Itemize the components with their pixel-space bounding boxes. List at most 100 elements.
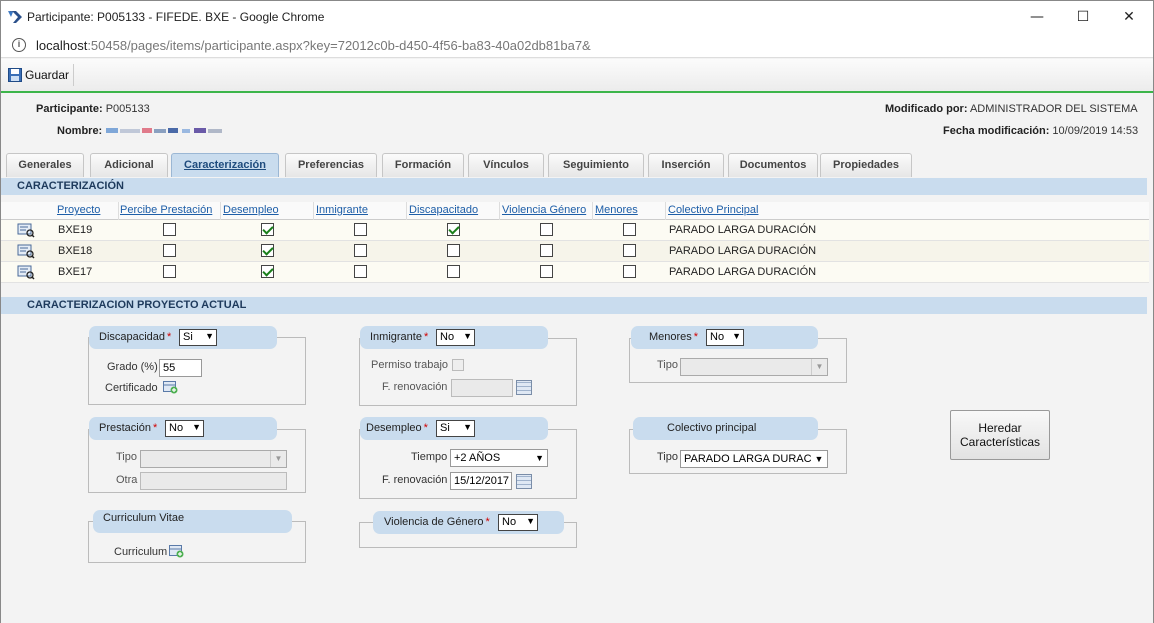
inmigrante-select[interactable]: No ▼ xyxy=(436,329,475,346)
tab-vinculos[interactable]: Vínculos xyxy=(468,153,544,177)
dropdown-arrow-icon: ▼ xyxy=(732,331,741,341)
violencia-header: Violencia de Género * No ▼ xyxy=(373,511,564,534)
col-proyecto[interactable]: Proyecto xyxy=(57,204,100,216)
minimize-button[interactable]: — xyxy=(1014,1,1060,33)
dropdown-arrow-icon: ▼ xyxy=(811,359,827,375)
inmigrante-header: Inmigrante * No ▼ xyxy=(360,326,548,349)
violencia-checkbox[interactable] xyxy=(540,244,553,257)
view-record-icon[interactable] xyxy=(17,244,35,259)
colectivo-tipo-select[interactable]: PARADO LARGA DURAC ▼ xyxy=(680,450,828,468)
required-mark: * xyxy=(485,516,490,528)
tiempo-select[interactable]: +2 AÑOS ▼ xyxy=(450,449,548,467)
desempleo-renovacion-label: F. renovación xyxy=(382,474,448,486)
app-logo-icon xyxy=(8,11,22,23)
discapacitado-checkbox[interactable] xyxy=(447,244,460,257)
modificado-info: Modificado por: ADMINISTRADOR DEL SISTEM… xyxy=(885,103,1138,115)
attach-file-icon[interactable] xyxy=(163,381,178,394)
inmigrante-renovacion-input[interactable] xyxy=(451,379,513,397)
calendar-icon[interactable] xyxy=(516,474,532,489)
table-row[interactable]: BXE18 PARADO LARGA DURACIÓN xyxy=(1,241,1149,262)
permiso-trabajo-checkbox[interactable] xyxy=(452,359,464,371)
prestacion-checkbox[interactable] xyxy=(163,265,176,278)
attach-file-icon[interactable] xyxy=(169,545,184,558)
prestacion-otra-input[interactable] xyxy=(140,472,287,490)
prestacion-select[interactable]: No ▼ xyxy=(165,420,204,437)
view-record-icon[interactable] xyxy=(17,265,35,280)
tab-seguimiento[interactable]: Seguimiento xyxy=(548,153,644,177)
discapacitado-checkbox[interactable] xyxy=(447,265,460,278)
col-percibe-prestacion[interactable]: Percibe Prestación xyxy=(120,204,212,216)
menores-tipo-select[interactable]: ▼ xyxy=(680,358,828,376)
colectivo-tipo-label: Tipo xyxy=(657,451,678,463)
tab-adicional[interactable]: Adicional xyxy=(90,153,168,177)
main-content: Participante: P005133 Nombre: Modificado… xyxy=(1,95,1153,623)
save-button[interactable]: Guardar xyxy=(4,64,75,86)
redacted-name xyxy=(106,128,223,133)
col-colectivo-principal[interactable]: Colectivo Principal xyxy=(668,204,758,216)
modificado-value: ADMINISTRADOR DEL SISTEMA xyxy=(969,103,1138,115)
curriculum-header: Curriculum Vitae xyxy=(93,510,292,533)
violencia-label-text: Violencia de Género xyxy=(384,516,484,528)
close-button[interactable]: ✕ xyxy=(1106,1,1152,33)
col-discapacitado[interactable]: Discapacitado xyxy=(409,204,478,216)
tab-documentos[interactable]: Documentos xyxy=(728,153,818,177)
menores-checkbox[interactable] xyxy=(623,265,636,278)
colectivo-cell: PARADO LARGA DURACIÓN xyxy=(669,266,817,278)
menores-select[interactable]: No ▼ xyxy=(706,329,744,346)
menores-checkbox[interactable] xyxy=(623,244,636,257)
required-mark: * xyxy=(423,422,428,434)
discapacidad-select[interactable]: Si ▼ xyxy=(179,329,217,346)
participante-label: Participante: xyxy=(36,103,103,115)
col-desempleo[interactable]: Desempleo xyxy=(223,204,279,216)
permiso-trabajo-label: Permiso trabajo xyxy=(371,359,449,371)
grado-input[interactable]: 55 xyxy=(159,359,202,377)
browser-window: Participante: P005133 - FIFEDE. BXE - Go… xyxy=(0,0,1154,623)
desempleo-value: Si xyxy=(440,422,450,434)
col-menores[interactable]: Menores xyxy=(595,204,638,216)
desempleo-checkbox[interactable] xyxy=(261,244,274,257)
required-mark: * xyxy=(167,331,172,343)
discapacitado-checkbox[interactable] xyxy=(447,223,460,236)
desempleo-select[interactable]: Si ▼ xyxy=(436,420,475,437)
tab-generales[interactable]: Generales xyxy=(6,153,84,177)
tab-formacion[interactable]: Formación xyxy=(382,153,464,177)
tab-insercion[interactable]: Inserción xyxy=(648,153,724,177)
desempleo-checkbox[interactable] xyxy=(261,265,274,278)
colectivo-cell: PARADO LARGA DURACIÓN xyxy=(669,224,817,236)
menores-label-text: Menores xyxy=(649,331,692,343)
menores-checkbox[interactable] xyxy=(623,223,636,236)
desempleo-checkbox[interactable] xyxy=(261,223,274,236)
curriculum-label: Curriculum xyxy=(114,546,168,558)
prestacion-checkbox[interactable] xyxy=(163,244,176,257)
violencia-checkbox[interactable] xyxy=(540,223,553,236)
colectivo-title: Colectivo principal xyxy=(667,422,757,434)
url-text[interactable]: localhost:50458/pages/items/participante… xyxy=(36,38,591,53)
col-inmigrante[interactable]: Inmigrante xyxy=(316,204,368,216)
tab-caracterizacion[interactable]: Caracterización xyxy=(171,153,279,177)
inmigrante-checkbox[interactable] xyxy=(354,244,367,257)
address-bar[interactable]: i localhost:50458/pages/items/participan… xyxy=(1,33,1153,58)
col-separator xyxy=(665,202,666,220)
inmigrante-checkbox[interactable] xyxy=(354,223,367,236)
url-path: :50458/pages/items/participante.aspx?key… xyxy=(87,38,591,53)
info-icon[interactable]: i xyxy=(12,38,26,52)
inmigrante-checkbox[interactable] xyxy=(354,265,367,278)
view-record-icon[interactable] xyxy=(17,223,35,238)
maximize-button[interactable]: ☐ xyxy=(1060,1,1106,33)
violencia-checkbox[interactable] xyxy=(540,265,553,278)
dropdown-arrow-icon: ▼ xyxy=(526,516,535,526)
required-mark: * xyxy=(423,331,429,343)
violencia-select[interactable]: No ▼ xyxy=(498,514,538,531)
prestacion-tipo-select[interactable]: ▼ xyxy=(140,450,287,468)
nombre-info: Nombre: xyxy=(57,125,234,137)
desempleo-renovacion-input[interactable]: 15/12/2017 xyxy=(450,472,512,490)
calendar-icon[interactable] xyxy=(516,380,532,395)
prestacion-checkbox[interactable] xyxy=(163,223,176,236)
inmigrante-value: No xyxy=(440,331,455,343)
tab-propiedades[interactable]: Propiedades xyxy=(820,153,912,177)
table-row[interactable]: BXE19 PARADO LARGA DURACIÓN xyxy=(1,220,1149,241)
table-row[interactable]: BXE17 PARADO LARGA DURACIÓN xyxy=(1,262,1149,283)
tab-preferencias[interactable]: Preferencias xyxy=(285,153,377,177)
col-violencia-genero[interactable]: Violencia Género xyxy=(502,204,586,216)
heredar-caracteristicas-button[interactable]: Heredar Características xyxy=(950,410,1050,460)
